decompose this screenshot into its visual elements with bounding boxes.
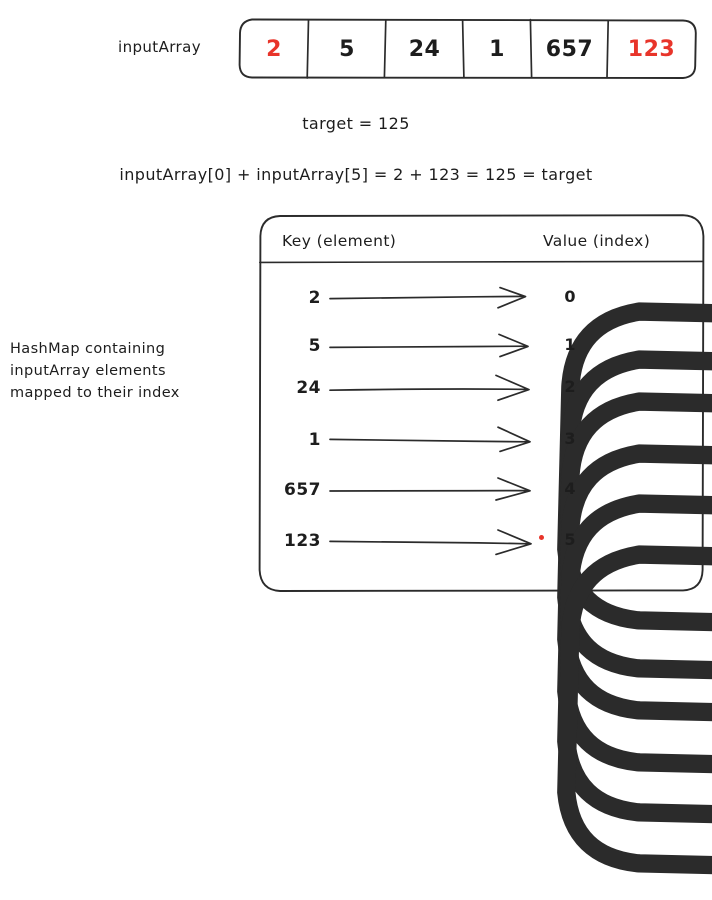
hashmap-row-value: 0 [564, 286, 576, 306]
hashmap-row: 657 4 [258, 471, 712, 824]
hashmap-row-key: 657 [284, 480, 321, 500]
arrow-right-icon [329, 333, 529, 358]
hashmap-row-value: 1 [564, 334, 576, 354]
hashmap-caption-line-3: mapped to their index [10, 385, 180, 401]
hashmap-header-value: Value (index) [543, 232, 651, 250]
hashmap-row: 1 3 [258, 421, 712, 774]
array-cell-5: 123 [627, 36, 676, 62]
hashmap-row-key: 5 [308, 336, 321, 356]
array-cell-0: 2 [266, 36, 282, 62]
arrow-right-icon [329, 286, 527, 309]
hashmap-row-value-box: 4 [548, 471, 712, 824]
sum-equation-text: inputArray[0] + inputArray[5] = 2 + 123 … [119, 165, 593, 184]
input-array-box: 2 5 24 1 657 123 [238, 18, 697, 80]
match-marker-dot [539, 535, 544, 540]
hashmap-row-key: 2 [308, 288, 321, 308]
hashmap-row-value-box: 2 [548, 369, 712, 722]
target-value-text: target = 125 [302, 114, 410, 133]
hashmap-row: 123 5 [258, 522, 712, 875]
hashmap-row-value: 2 [564, 376, 576, 396]
hashmap-row-value: 5 [564, 529, 576, 549]
arrow-right-icon [329, 426, 531, 453]
hashmap-row-value-box: 0 [548, 279, 712, 632]
array-cell-4: 657 [545, 36, 594, 62]
arrow-right-icon [329, 374, 530, 402]
hashmap-row-value-box: 5 [548, 522, 712, 875]
diagram-canvas: inputArray 2 5 24 1 657 123 target = 125… [0, 0, 712, 875]
arrow-right-icon [329, 477, 531, 501]
hashmap-row: 5 1 [258, 327, 712, 680]
hashmap-row: 2 0 [258, 279, 712, 632]
array-cell-2: 24 [408, 36, 441, 62]
hashmap-header-key: Key (element) [282, 232, 397, 250]
arrow-right-icon [329, 529, 532, 556]
array-cell-1: 5 [339, 36, 355, 62]
hashmap-row-value-box: 3 [548, 421, 712, 774]
hashmap-row-key: 1 [308, 430, 321, 450]
hashmap-caption: HashMap containing inputArray elements m… [10, 338, 240, 404]
hashmap-row-value: 3 [564, 428, 576, 448]
array-label: inputArray [118, 38, 201, 56]
hashmap-row-value: 4 [564, 478, 576, 498]
hashmap-row: 24 2 [258, 369, 712, 722]
array-cell-3: 1 [489, 36, 505, 62]
hashmap-caption-line-2: inputArray elements [10, 363, 166, 379]
value-box-outline-icon [557, 545, 712, 875]
hashmap-row-value-box: 1 [548, 327, 712, 680]
hashmap-box: Key (element) Value (index) 2 0 5 1 24 2… [258, 214, 712, 875]
hashmap-row-key: 24 [296, 378, 321, 398]
hashmap-row-key: 123 [284, 531, 321, 551]
hashmap-caption-line-1: HashMap containing [10, 341, 166, 357]
